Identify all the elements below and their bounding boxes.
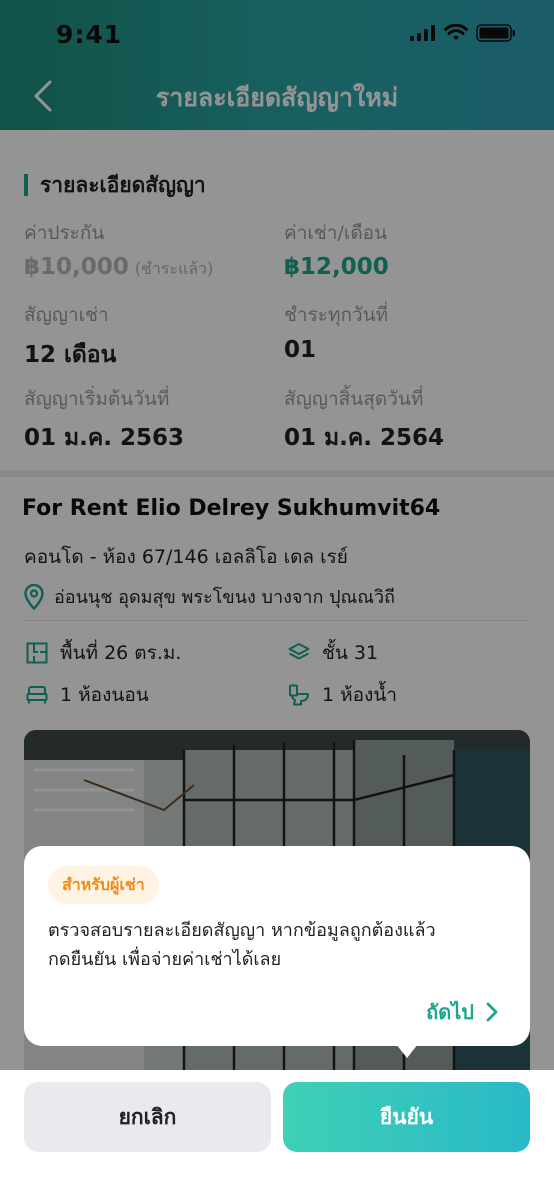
tutorial-tooltip: สำหรับผู้เช่า ตรวจสอบรายละเอียดสัญญา หาก…	[24, 846, 530, 1046]
bottom-action-bar: ยกเลิก ยืนยัน	[0, 1070, 554, 1200]
confirm-button[interactable]: ยืนยัน	[283, 1082, 530, 1152]
next-button[interactable]: ถัดไป	[426, 996, 498, 1028]
tenant-badge: สำหรับผู้เช่า	[48, 866, 159, 904]
tooltip-line-1: ตรวจสอบรายละเอียดสัญญา หากข้อมูลถูกต้องแ…	[48, 920, 436, 941]
cancel-button[interactable]: ยกเลิก	[24, 1082, 271, 1152]
chevron-right-icon	[486, 1002, 498, 1022]
tooltip-line-2: กดยืนยัน เพื่อจ่ายค่าเช่าได้เลย	[48, 949, 282, 970]
tooltip-pointer	[396, 1044, 418, 1058]
tooltip-message: ตรวจสอบรายละเอียดสัญญา หากข้อมูลถูกต้องแ…	[48, 916, 508, 974]
next-label: ถัดไป	[426, 1000, 474, 1024]
